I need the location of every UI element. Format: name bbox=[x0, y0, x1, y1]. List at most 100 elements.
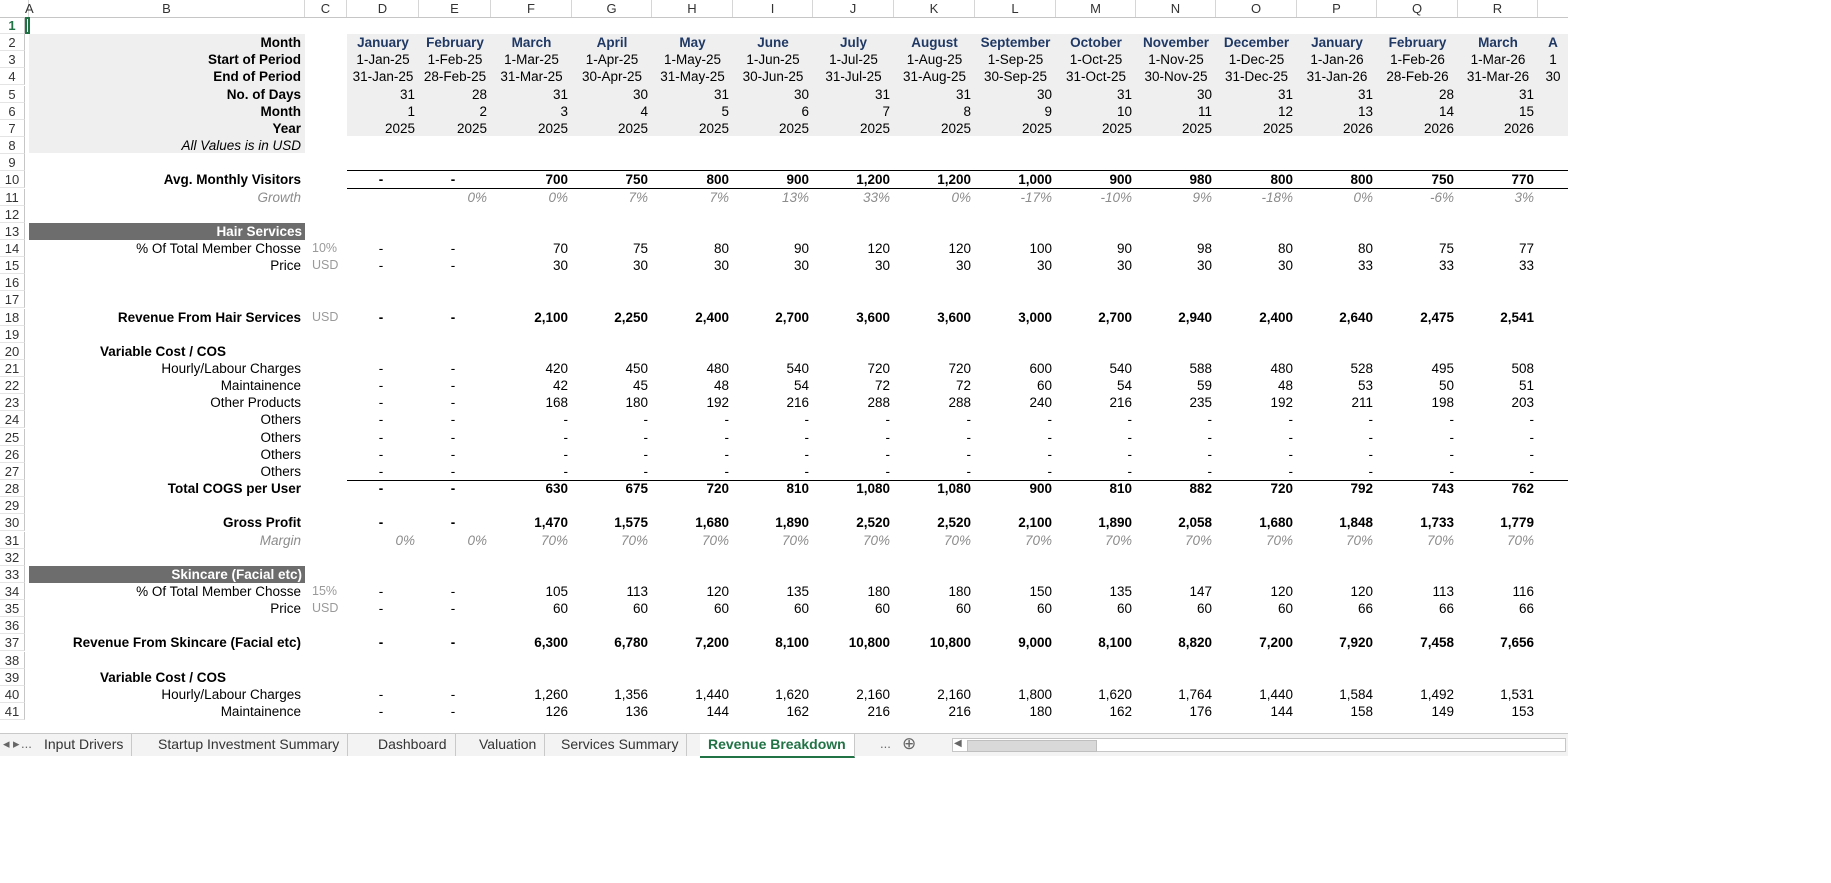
value-cell[interactable]: - bbox=[491, 463, 569, 480]
value-cell[interactable]: 70% bbox=[1377, 532, 1454, 549]
column-header-e[interactable]: E bbox=[419, 0, 491, 17]
row-number[interactable]: 4 bbox=[0, 68, 25, 86]
value-cell[interactable]: 1,080 bbox=[813, 480, 890, 497]
value-cell[interactable]: 70% bbox=[813, 532, 890, 549]
value-cell[interactable]: 135 bbox=[1056, 583, 1132, 600]
value-cell[interactable]: 240 bbox=[975, 394, 1052, 411]
value-cell[interactable]: 2,400 bbox=[1216, 309, 1293, 326]
value-cell[interactable]: 216 bbox=[733, 394, 809, 411]
value-cell[interactable]: 198 bbox=[1377, 394, 1454, 411]
value-cell[interactable]: - bbox=[1377, 411, 1455, 428]
value-cell[interactable]: 1,356 bbox=[572, 686, 648, 703]
row-number[interactable]: 37 bbox=[0, 634, 25, 652]
value-cell[interactable]: 1,890 bbox=[1056, 514, 1132, 531]
value-cell[interactable]: 70 bbox=[491, 240, 568, 257]
value-cell[interactable]: - bbox=[419, 171, 487, 188]
value-cell[interactable]: 70% bbox=[1216, 532, 1293, 549]
value-cell[interactable]: 720 bbox=[652, 480, 729, 497]
value-cell[interactable]: 882 bbox=[1136, 480, 1212, 497]
value-cell[interactable]: 7,200 bbox=[1216, 634, 1293, 651]
value-cell[interactable]: 1,575 bbox=[572, 514, 648, 531]
value-cell[interactable]: 2,250 bbox=[572, 309, 648, 326]
value-cell[interactable]: -10% bbox=[1056, 189, 1132, 206]
value-cell[interactable]: - bbox=[572, 463, 649, 480]
value-cell[interactable]: - bbox=[652, 429, 730, 446]
row-number[interactable]: 30 bbox=[0, 514, 25, 532]
value-cell[interactable]: 70% bbox=[652, 532, 729, 549]
value-cell[interactable]: 2,160 bbox=[894, 686, 971, 703]
value-cell[interactable]: 0% bbox=[1297, 189, 1373, 206]
value-cell[interactable]: 810 bbox=[1056, 480, 1132, 497]
value-cell[interactable]: 3% bbox=[1458, 189, 1534, 206]
value-cell[interactable]: 0% bbox=[419, 532, 487, 549]
value-cell[interactable]: - bbox=[419, 446, 487, 463]
value-cell[interactable]: 7,656 bbox=[1458, 634, 1534, 651]
value-cell[interactable]: 288 bbox=[813, 394, 890, 411]
value-cell[interactable]: 675 bbox=[572, 480, 648, 497]
value-cell[interactable]: - bbox=[1216, 446, 1294, 463]
value-cell[interactable]: 900 bbox=[733, 171, 809, 188]
value-cell[interactable]: - bbox=[347, 411, 415, 428]
scrollbar-thumb[interactable] bbox=[967, 740, 1097, 752]
value-cell[interactable]: 60 bbox=[975, 377, 1052, 394]
value-cell[interactable]: 1,890 bbox=[733, 514, 809, 531]
add-sheet-icon[interactable]: ⊕ bbox=[902, 734, 916, 756]
value-cell[interactable]: - bbox=[1136, 429, 1213, 446]
value-cell[interactable]: 30 bbox=[652, 257, 729, 274]
value-cell[interactable]: 540 bbox=[733, 360, 809, 377]
value-cell[interactable]: 60 bbox=[491, 600, 568, 617]
column-header-r[interactable]: R bbox=[1458, 0, 1538, 17]
value-cell[interactable]: 53 bbox=[1297, 377, 1373, 394]
value-cell[interactable]: 800 bbox=[1216, 171, 1293, 188]
value-cell[interactable]: 100 bbox=[975, 240, 1052, 257]
value-cell[interactable]: - bbox=[1458, 446, 1535, 463]
value-cell[interactable]: 288 bbox=[894, 394, 971, 411]
value-cell[interactable]: 3,000 bbox=[975, 309, 1052, 326]
value-cell[interactable]: 1,620 bbox=[733, 686, 809, 703]
row-number[interactable]: 15 bbox=[0, 257, 25, 275]
value-cell[interactable]: 66 bbox=[1458, 600, 1534, 617]
selected-cell-a1[interactable] bbox=[25, 17, 30, 34]
value-cell[interactable]: 42 bbox=[491, 377, 568, 394]
value-cell[interactable]: 113 bbox=[1377, 583, 1454, 600]
value-cell[interactable]: - bbox=[1458, 411, 1535, 428]
value-cell[interactable]: 750 bbox=[1377, 171, 1454, 188]
value-cell[interactable]: 33 bbox=[1377, 257, 1454, 274]
column-header-n[interactable]: N bbox=[1136, 0, 1216, 17]
value-cell[interactable]: 1,200 bbox=[813, 171, 890, 188]
value-cell[interactable]: - bbox=[894, 411, 972, 428]
value-cell[interactable]: - bbox=[1297, 411, 1374, 428]
value-cell[interactable]: 7,458 bbox=[1377, 634, 1454, 651]
value-cell[interactable]: 153 bbox=[1458, 703, 1534, 720]
tab-services-summary[interactable]: Services Summary bbox=[553, 734, 688, 756]
row-number[interactable]: 38 bbox=[0, 651, 25, 669]
value-cell[interactable]: 900 bbox=[975, 480, 1052, 497]
value-cell[interactable]: 10,800 bbox=[894, 634, 971, 651]
column-header-f[interactable]: F bbox=[491, 0, 572, 17]
value-cell[interactable]: 50 bbox=[1377, 377, 1454, 394]
value-cell[interactable]: - bbox=[1056, 463, 1133, 480]
row-number[interactable]: 31 bbox=[0, 531, 25, 549]
value-cell[interactable]: 120 bbox=[652, 583, 729, 600]
scroll-left-arrow-icon[interactable]: ◀ bbox=[954, 734, 962, 756]
value-cell[interactable]: - bbox=[894, 446, 972, 463]
tab-valuation[interactable]: Valuation bbox=[471, 734, 546, 756]
row-number[interactable]: 20 bbox=[0, 342, 25, 360]
value-cell[interactable]: 420 bbox=[491, 360, 568, 377]
value-cell[interactable]: 120 bbox=[894, 240, 971, 257]
value-cell[interactable]: 135 bbox=[733, 583, 809, 600]
row-number[interactable]: 2 bbox=[0, 34, 25, 52]
value-cell[interactable]: 7,200 bbox=[652, 634, 729, 651]
value-cell[interactable]: 60 bbox=[813, 600, 890, 617]
column-header-i[interactable]: I bbox=[733, 0, 813, 17]
value-cell[interactable]: 2,100 bbox=[491, 309, 568, 326]
row-number[interactable]: 22 bbox=[0, 377, 25, 395]
value-cell[interactable]: 192 bbox=[652, 394, 729, 411]
value-cell[interactable]: - bbox=[347, 171, 415, 188]
row-number[interactable]: 27 bbox=[0, 462, 25, 480]
value-cell[interactable]: 60 bbox=[652, 600, 729, 617]
row-number[interactable]: 8 bbox=[0, 137, 25, 155]
value-cell[interactable]: - bbox=[652, 411, 730, 428]
value-cell[interactable]: 60 bbox=[1056, 600, 1132, 617]
row-number[interactable]: 33 bbox=[0, 565, 25, 583]
